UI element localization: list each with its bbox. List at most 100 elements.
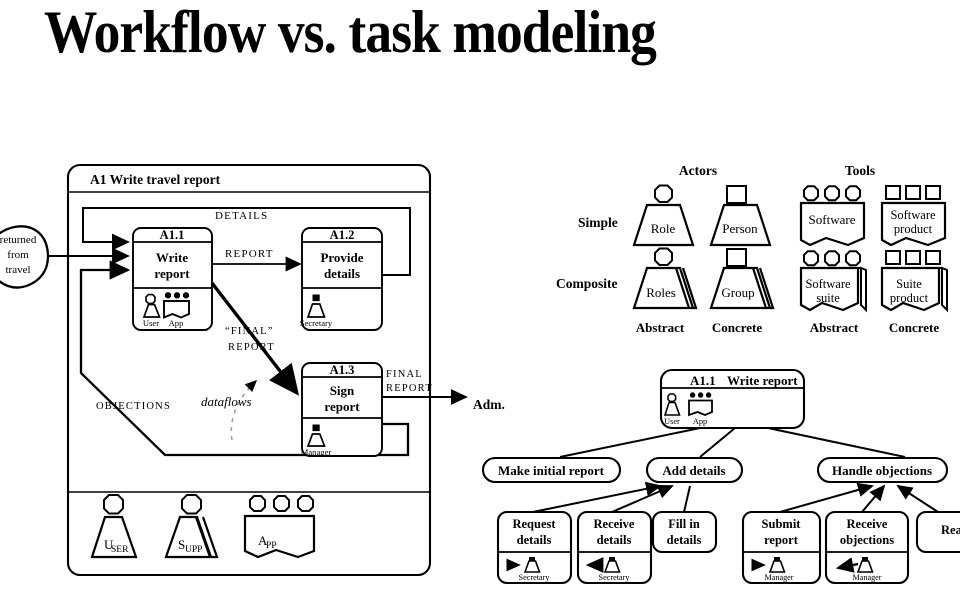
flow-label-final-out-1: FINAL: [386, 369, 423, 380]
flow-label-details: DETAILS: [215, 210, 268, 222]
task-leaf-label-5-1: React: [941, 523, 960, 537]
task-leaf-fill-in-details[interactable]: Fill in details: [651, 510, 718, 554]
task-tree-edges-level1: [559, 427, 906, 458]
legend-cell-software-product: Software product: [880, 185, 947, 247]
legend-label-suite-product-2: product: [890, 291, 929, 305]
legend-cell-person: Person: [709, 185, 772, 247]
legend-label-software-suite-2: suite: [816, 291, 840, 305]
task-leaf-actor-label-1: Secretary: [599, 573, 631, 582]
activity-a1-2-name-2: details: [324, 266, 360, 281]
resource-label-secretary: Secretary: [300, 318, 333, 328]
legend-cell-software: Software: [799, 185, 866, 247]
external-input-returned-from-travel: returned from travel: [0, 225, 50, 289]
task-leaf-request-details[interactable]: Request details Secretary: [496, 510, 573, 585]
task-leaf-label-0-2: details: [517, 533, 552, 547]
task-leaf-label-1-2: details: [597, 533, 632, 547]
task-leaf-actor-label-4: Manager: [852, 573, 881, 582]
activity-a1-3-name-2: report: [324, 399, 360, 414]
task-leaf-label-2-1: Fill in: [668, 517, 700, 531]
resource-label-manager: Manager: [301, 447, 332, 457]
legend-row-label-composite: Composite: [556, 276, 618, 291]
task-root-a1-1[interactable]: A1.1 Write report User App: [659, 368, 806, 430]
task-root-resource-label-user: User: [664, 417, 680, 426]
legend-label-software-suite-1: Software: [805, 277, 851, 291]
legend-label-role: Role: [651, 221, 676, 236]
legend-cell-suite-product: Suite product: [880, 250, 948, 313]
task-leaf-label-1-1: Receive: [594, 517, 635, 531]
legend-cell-group: Group: [709, 248, 775, 310]
external-input-line-3: travel: [5, 264, 30, 276]
task-leaf-receive-objections[interactable]: Receive objections Manager: [824, 510, 910, 585]
legend-cell-role: Role: [632, 184, 695, 247]
task-leaf-actor-label-0: Secretary: [519, 573, 551, 582]
flow-label-final-out-2: REPORT: [386, 383, 433, 394]
task-level2-handle-objections[interactable]: Handle objections: [816, 456, 949, 484]
activity-a1-3-name-1: Sign: [330, 383, 355, 398]
legend-col-label-actors-concrete: Concrete: [712, 320, 763, 335]
activity-a1-2[interactable]: A1.2 Provide details Secretary: [300, 227, 383, 331]
legend-cell-roles: Roles: [632, 247, 698, 310]
page-title-text: Workflow vs. task modeling: [44, 0, 657, 65]
task-leaf-submit-report[interactable]: Submit report Manager: [741, 510, 822, 585]
external-input-line-1: returned: [0, 234, 37, 246]
task-leaf-label-3-1: Submit: [762, 517, 802, 531]
diagram-root: Workflow vs. task modeling A1 Write trav…: [0, 0, 960, 585]
legend-label-suite-product-1: Suite: [896, 277, 922, 291]
task-leaf-receive-details[interactable]: Receive details Secretary: [576, 510, 653, 585]
task-leaf-actor-label-3: Manager: [764, 573, 793, 582]
pool-label-app-small: PP: [266, 541, 277, 551]
activity-a1-1-name-2: report: [154, 266, 190, 281]
activity-a1-1[interactable]: A1.1 Write report User App: [132, 227, 213, 331]
activity-a1-3[interactable]: A1.3 Sign report Manager: [301, 362, 383, 457]
legend-col-label-actors-abstract: Abstract: [636, 320, 685, 335]
dataflows-label: dataflows: [201, 394, 252, 409]
legend-row-label-simple: Simple: [578, 215, 618, 230]
legend-tools-title: Tools: [845, 163, 875, 178]
flow-label-report: REPORT: [225, 248, 274, 260]
legend: Actors Tools Simple Composite Abstract C…: [556, 163, 948, 335]
task-tree: A1.1 Write report User App Make initial …: [481, 368, 960, 585]
activity-a1-1-id: A1.1: [160, 228, 185, 242]
pool-label-supp-small: UPP: [185, 545, 202, 555]
legend-col-label-tools-abstract: Abstract: [810, 320, 859, 335]
resource-label-app: App: [169, 318, 184, 328]
task-level2-label-2: Handle objections: [832, 463, 932, 478]
task-level2-add-details[interactable]: Add details: [645, 456, 744, 484]
task-leaf-label-2-2: details: [667, 533, 702, 547]
slide-canvas: Workflow vs. task modeling A1 Write trav…: [0, 0, 960, 590]
workflow-frame-title: A1 Write travel report: [90, 172, 221, 187]
flow-label-final-quoted-2: REPORT: [228, 342, 275, 353]
task-leaf-label-4-1: Receive: [847, 517, 888, 531]
task-leaf-label-0-1: Request: [512, 517, 556, 531]
legend-label-roles: Roles: [646, 285, 676, 300]
task-leaf-react[interactable]: React: [915, 510, 960, 554]
legend-label-software-product-2: product: [894, 222, 933, 236]
flow-label-objections: OBJECTIONS: [96, 401, 171, 412]
task-leaf-label-3-2: report: [764, 533, 799, 547]
task-tree-edges-level2: [532, 481, 939, 513]
legend-actors-title: Actors: [679, 163, 717, 178]
activity-a1-2-name-1: Provide: [320, 250, 363, 265]
pool-label-user-small: SER: [111, 545, 129, 555]
legend-col-label-tools-concrete: Concrete: [889, 320, 940, 335]
task-root-resource-label-app: App: [693, 417, 707, 426]
task-level2-make-initial-report[interactable]: Make initial report: [481, 456, 622, 484]
activity-a1-2-id: A1.2: [330, 228, 355, 242]
external-input-line-2: from: [7, 249, 29, 261]
pool-item-app[interactable]: A PP: [243, 495, 316, 559]
legend-label-person: Person: [722, 221, 758, 236]
page-title: Workflow vs. task modeling: [44, 0, 658, 65]
activity-a1-3-id: A1.3: [330, 363, 355, 377]
resource-label-user: User: [143, 318, 159, 328]
legend-label-group: Group: [721, 285, 754, 300]
legend-cell-software-suite: Software suite: [799, 250, 867, 313]
task-level2-label-1: Add details: [662, 463, 725, 478]
task-level2-label-0: Make initial report: [498, 463, 605, 478]
task-root-id: A1.1: [690, 373, 716, 388]
flow-label-final-quoted-1: “FINAL”: [225, 326, 274, 337]
legend-label-software-product-1: Software: [890, 208, 936, 222]
task-leaf-label-4-2: objections: [840, 533, 894, 547]
external-output-adm: Adm.: [473, 397, 505, 412]
activity-a1-1-name-1: Write: [156, 250, 188, 265]
task-root-name: Write report: [727, 373, 798, 388]
